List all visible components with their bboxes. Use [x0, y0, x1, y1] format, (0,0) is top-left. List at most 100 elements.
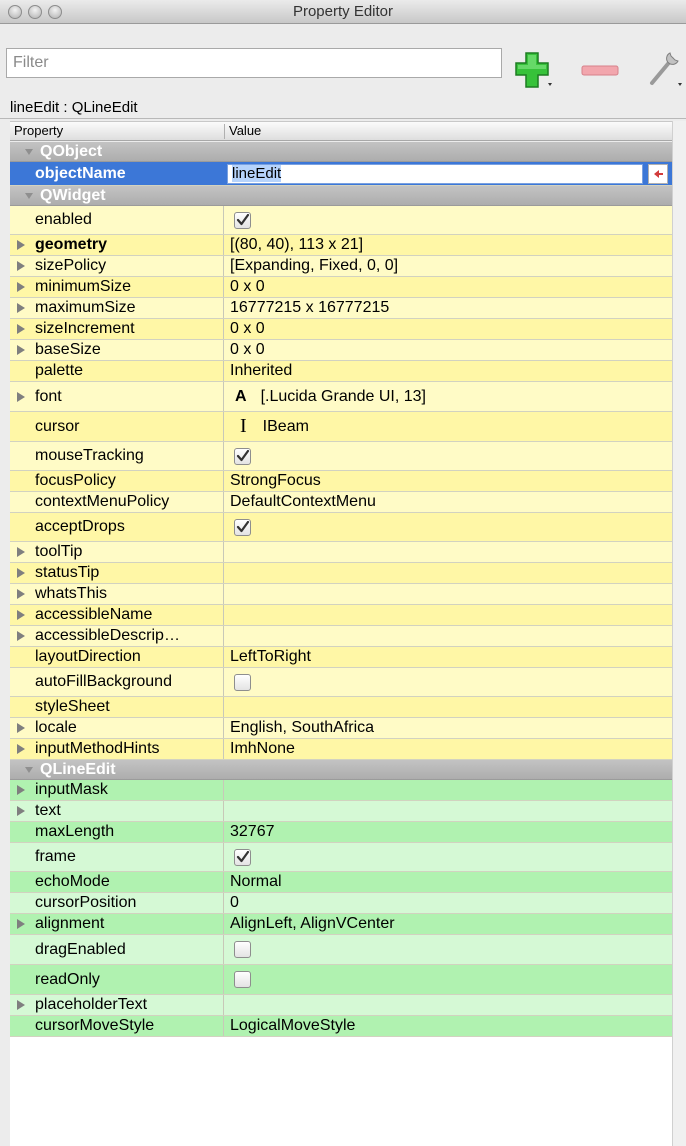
- checked-checkbox[interactable]: [234, 211, 251, 229]
- property-row-layoutDirection[interactable]: layoutDirection LeftToRight: [10, 647, 672, 668]
- value-cell[interactable]: [225, 843, 672, 871]
- property-row-placeholderText[interactable]: placeholderText: [10, 995, 672, 1016]
- property-row-frame[interactable]: frame: [10, 843, 672, 872]
- group-header-qobject[interactable]: QObject: [10, 142, 672, 162]
- property-column-header[interactable]: Property: [14, 122, 63, 140]
- property-row-enabled[interactable]: enabled: [10, 206, 672, 235]
- property-row-baseSize[interactable]: baseSize 0 x 0: [10, 340, 672, 361]
- property-row-readOnly[interactable]: readOnly: [10, 965, 672, 995]
- vertical-scrollbar[interactable]: [672, 121, 686, 1146]
- property-row-inputMethodHints[interactable]: inputMethodHints ImhNone: [10, 739, 672, 760]
- property-row-minimumSize[interactable]: minimumSize 0 x 0: [10, 277, 672, 298]
- value-cell[interactable]: [225, 605, 672, 625]
- property-row-palette[interactable]: palette Inherited: [10, 361, 672, 382]
- value-cell[interactable]: [225, 697, 672, 717]
- value-cell[interactable]: I IBeam: [225, 412, 672, 441]
- value-cell[interactable]: [225, 626, 672, 646]
- configure-button[interactable]: [644, 47, 686, 91]
- close-window-button[interactable]: [8, 5, 22, 19]
- value-cell[interactable]: [225, 206, 672, 234]
- add-property-button[interactable]: [512, 47, 558, 91]
- value-cell[interactable]: [225, 965, 672, 994]
- property-row-maxLength[interactable]: maxLength 32767: [10, 822, 672, 843]
- property-row-contextMenuPolicy[interactable]: contextMenuPolicy DefaultContextMenu: [10, 492, 672, 513]
- property-row-alignment[interactable]: alignment AlignLeft, AlignVCenter: [10, 914, 672, 935]
- group-header-qwidget[interactable]: QWidget: [10, 186, 672, 206]
- unchecked-checkbox[interactable]: [234, 971, 251, 988]
- value-cell[interactable]: 16777215 x 16777215: [225, 298, 672, 318]
- property-row-cursorMoveStyle[interactable]: cursorMoveStyle LogicalMoveStyle: [10, 1016, 672, 1037]
- property-row-font[interactable]: font A [.Lucida Grande UI, 13]: [10, 382, 672, 412]
- property-row-focusPolicy[interactable]: focusPolicy StrongFocus: [10, 471, 672, 492]
- value-cell[interactable]: [225, 935, 672, 964]
- value-cell[interactable]: A [.Lucida Grande UI, 13]: [225, 382, 672, 411]
- value-cell[interactable]: English, SouthAfrica: [225, 718, 672, 738]
- value-cell[interactable]: 0 x 0: [225, 277, 672, 297]
- checked-checkbox[interactable]: [234, 518, 251, 536]
- property-row-cursor[interactable]: cursor I IBeam: [10, 412, 672, 442]
- object-name-input[interactable]: lineEdit: [227, 164, 643, 184]
- property-row-cursorPosition[interactable]: cursorPosition 0: [10, 893, 672, 914]
- value-cell[interactable]: [225, 513, 672, 541]
- value-cell[interactable]: LeftToRight: [225, 647, 672, 667]
- value-cell[interactable]: LogicalMoveStyle: [225, 1016, 672, 1036]
- property-row-acceptDrops[interactable]: acceptDrops: [10, 513, 672, 542]
- value-cell[interactable]: Normal: [225, 872, 672, 892]
- checked-checkbox[interactable]: [234, 447, 251, 465]
- property-name: focusPolicy: [10, 471, 224, 491]
- property-value: Inherited: [230, 362, 293, 379]
- value-cell[interactable]: [225, 584, 672, 604]
- property-value: DefaultContextMenu: [230, 493, 376, 510]
- value-cell[interactable]: [225, 668, 672, 696]
- value-cell[interactable]: [225, 442, 672, 470]
- minimize-window-button[interactable]: [28, 5, 42, 19]
- value-cell[interactable]: 0 x 0: [225, 340, 672, 360]
- window-title: Property Editor: [292, 3, 394, 20]
- property-row-accessibleName[interactable]: accessibleName: [10, 605, 672, 626]
- property-row-inputMask[interactable]: inputMask: [10, 780, 672, 801]
- property-row-styleSheet[interactable]: styleSheet: [10, 697, 672, 718]
- unchecked-checkbox[interactable]: [234, 673, 251, 691]
- property-row-whatsThis[interactable]: whatsThis: [10, 584, 672, 605]
- remove-property-button[interactable]: [580, 47, 626, 91]
- value-cell[interactable]: 0 x 0: [225, 319, 672, 339]
- property-value: ImhNone: [230, 740, 295, 757]
- property-row-dragEnabled[interactable]: dragEnabled: [10, 935, 672, 965]
- value-cell[interactable]: [225, 563, 672, 583]
- property-row-mouseTracking[interactable]: mouseTracking: [10, 442, 672, 471]
- property-row-accessibleDescrip…[interactable]: accessibleDescrip…: [10, 626, 672, 647]
- value-cell[interactable]: [225, 542, 672, 562]
- property-row-objectName[interactable]: objectName lineEdit: [10, 162, 672, 186]
- value-cell[interactable]: StrongFocus: [225, 471, 672, 491]
- property-row-statusTip[interactable]: statusTip: [10, 563, 672, 584]
- value-column-header[interactable]: Value: [229, 122, 261, 140]
- property-name: styleSheet: [10, 697, 224, 717]
- value-cell[interactable]: [225, 995, 672, 1015]
- value-cell[interactable]: ImhNone: [225, 739, 672, 759]
- group-header-qlineedit[interactable]: QLineEdit: [10, 760, 672, 780]
- value-cell[interactable]: [225, 780, 672, 800]
- value-cell[interactable]: AlignLeft, AlignVCenter: [225, 914, 672, 934]
- value-cell[interactable]: 0: [225, 893, 672, 913]
- value-cell[interactable]: 32767: [225, 822, 672, 842]
- property-row-maximumSize[interactable]: maximumSize 16777215 x 16777215: [10, 298, 672, 319]
- unchecked-checkbox[interactable]: [234, 941, 251, 958]
- reset-button[interactable]: [648, 164, 668, 184]
- checked-checkbox[interactable]: [234, 848, 251, 866]
- value-cell[interactable]: [225, 801, 672, 821]
- value-cell[interactable]: [Expanding, Fixed, 0, 0]: [225, 256, 672, 276]
- property-row-toolTip[interactable]: toolTip: [10, 542, 672, 563]
- zoom-window-button[interactable]: [48, 5, 62, 19]
- value-cell[interactable]: DefaultContextMenu: [225, 492, 672, 512]
- property-row-geometry[interactable]: geometry [(80, 40), 113 x 21]: [10, 235, 672, 256]
- value-cell[interactable]: [(80, 40), 113 x 21]: [225, 235, 672, 255]
- value-cell[interactable]: Inherited: [225, 361, 672, 381]
- property-row-sizeIncrement[interactable]: sizeIncrement 0 x 0: [10, 319, 672, 340]
- property-row-text[interactable]: text: [10, 801, 672, 822]
- filter-input[interactable]: [6, 48, 502, 78]
- property-row-locale[interactable]: locale English, SouthAfrica: [10, 718, 672, 739]
- minus-icon: [581, 65, 619, 76]
- property-row-autoFillBackground[interactable]: autoFillBackground: [10, 668, 672, 697]
- property-row-sizePolicy[interactable]: sizePolicy [Expanding, Fixed, 0, 0]: [10, 256, 672, 277]
- property-row-echoMode[interactable]: echoMode Normal: [10, 872, 672, 893]
